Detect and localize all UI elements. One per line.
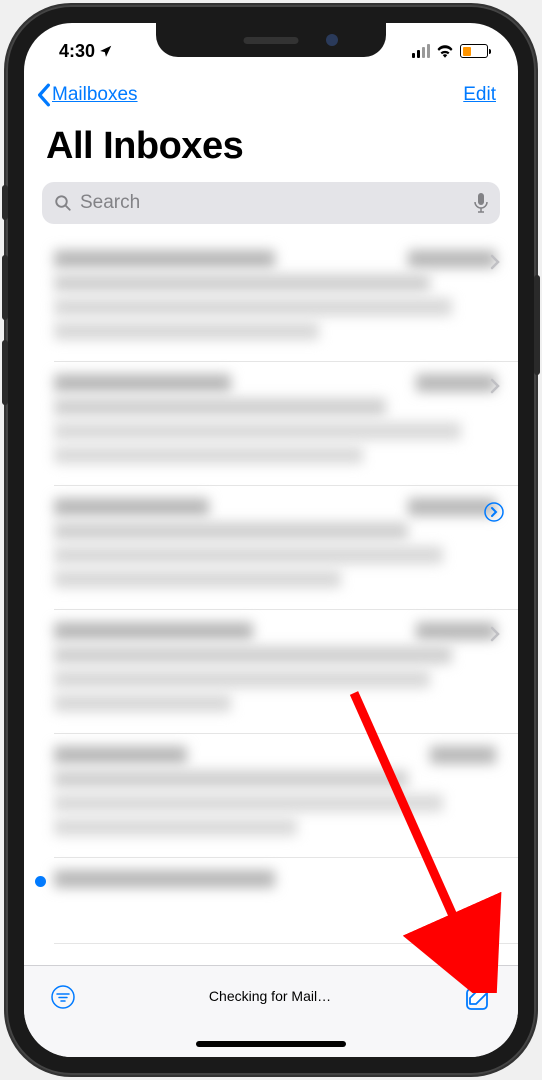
toolbar-status-text: Checking for Mail…: [209, 984, 331, 1004]
search-icon: [54, 194, 72, 212]
mail-item[interactable]: [24, 486, 518, 610]
unread-indicator-icon: [35, 876, 46, 887]
location-icon: [99, 44, 113, 58]
status-time: 4:30: [59, 41, 113, 62]
page-title: All Inboxes: [24, 119, 518, 182]
chevron-right-icon: [490, 626, 500, 642]
dictation-icon[interactable]: [474, 193, 488, 213]
back-label: Mailboxes: [52, 84, 138, 106]
time-text: 4:30: [59, 41, 95, 62]
status-icons: [412, 44, 488, 58]
home-indicator[interactable]: [196, 1041, 346, 1047]
search-placeholder: Search: [80, 192, 466, 214]
chevron-right-icon: [490, 254, 500, 270]
back-button[interactable]: Mailboxes: [36, 83, 138, 107]
filter-button[interactable]: [50, 984, 76, 1015]
compose-icon: [464, 984, 492, 1012]
wifi-icon: [436, 44, 454, 58]
mail-item[interactable]: [24, 238, 518, 362]
search-field[interactable]: Search: [42, 182, 500, 224]
edit-button[interactable]: Edit: [463, 84, 496, 106]
thread-chevron-icon: [484, 502, 504, 522]
mail-item[interactable]: [24, 858, 518, 944]
battery-icon: [460, 44, 488, 58]
mail-item[interactable]: [24, 610, 518, 734]
nav-bar: Mailboxes Edit: [24, 71, 518, 119]
filter-icon: [50, 984, 76, 1010]
mail-item[interactable]: [24, 734, 518, 858]
mail-list: [24, 224, 518, 944]
chevron-right-icon: [490, 378, 500, 394]
compose-button[interactable]: [464, 984, 492, 1017]
mail-item[interactable]: [24, 362, 518, 486]
chevron-left-icon: [36, 83, 52, 107]
cellular-signal-icon: [412, 44, 430, 58]
